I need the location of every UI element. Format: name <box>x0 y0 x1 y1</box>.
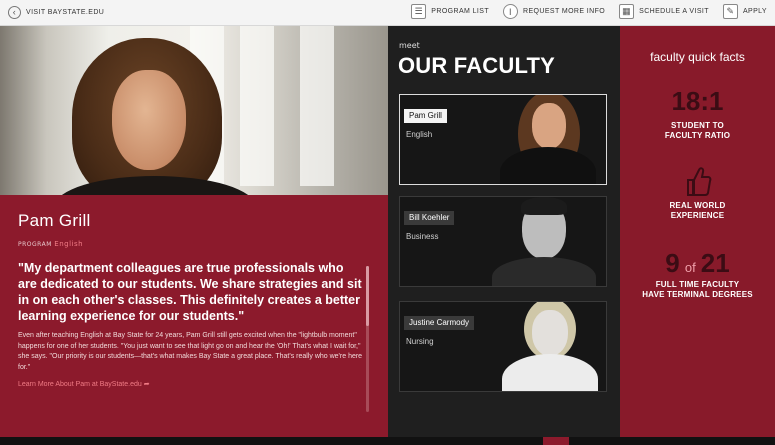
top-bar: ‹ VISIT BAYSTATE.EDU ☰ PROGRAM LIST i RE… <box>0 0 775 26</box>
experience-label-line-2: EXPERIENCE <box>670 211 725 220</box>
faculty-portrait <box>488 95 606 184</box>
faculty-paragraph: Even after teaching English at Bay State… <box>18 332 363 371</box>
ratio-label-line-1: STUDENT TO <box>671 121 724 130</box>
learn-more-link[interactable]: Learn More About Pam at BayState.edu ➦ <box>18 380 370 388</box>
faculty-portrait <box>488 197 606 286</box>
nav-apply[interactable]: ✎ APPLY <box>722 4 767 19</box>
visit-baystate-link[interactable]: ‹ VISIT BAYSTATE.EDU <box>8 6 104 19</box>
degree-label-line-2: HAVE TERMINAL DEGREES <box>642 290 753 299</box>
bottom-bar <box>0 437 775 445</box>
faculty-name: Pam Grill <box>18 211 91 230</box>
faculty-card[interactable]: Justine Carmody Nursing <box>399 301 607 392</box>
faculty-quote: "My department colleagues are true profe… <box>18 261 362 323</box>
bio-scrollbar[interactable] <box>366 266 369 412</box>
info-icon: i <box>503 4 518 19</box>
program-line: PROGRAM English <box>18 240 370 248</box>
degree-count: 9 of 21 <box>620 248 775 279</box>
faculty-card-dept: Nursing <box>406 337 434 346</box>
faculty-card-dept: Business <box>406 232 439 241</box>
ratio-value: 18:1 <box>671 86 724 116</box>
portrait-body <box>500 147 596 184</box>
faculty-card-dept: English <box>406 130 433 139</box>
faculty-title: OUR FACULTY <box>398 53 556 78</box>
portrait-face <box>532 310 568 356</box>
bio-scroll-thumb[interactable] <box>366 266 369 326</box>
photo-window-pane <box>300 26 334 186</box>
top-nav: ☰ PROGRAM LIST i REQUEST MORE INFO ▦ SCH… <box>411 4 767 19</box>
ratio-stat: 18:1 STUDENT TO FACULTY RATIO <box>620 86 775 141</box>
quick-facts-panel: faculty quick facts 18:1 STUDENT TO FACU… <box>620 26 775 437</box>
experience-label-line-1: REAL WORLD <box>669 201 726 210</box>
external-link-icon: ➦ <box>143 381 150 388</box>
faculty-degree-stat: 9 of 21 FULL TIME FACULTY HAVE TERMINAL … <box>620 248 775 300</box>
learn-more-label: Learn More About Pam at BayState.edu <box>18 381 142 388</box>
nav-apply-label: APPLY <box>742 8 767 15</box>
photo-window-pane <box>240 26 274 186</box>
faculty-card[interactable]: Pam Grill English <box>399 94 607 185</box>
degree-label-line-1: FULL TIME FACULTY <box>655 280 740 289</box>
nav-program-list[interactable]: ☰ PROGRAM LIST <box>411 4 489 19</box>
faculty-card[interactable]: Bill Koehler Business <box>399 196 607 287</box>
portrait-body <box>502 354 598 391</box>
faculty-list-panel: meet OUR FACULTY Pam Grill English Bill … <box>388 26 620 437</box>
photo-face <box>112 70 186 170</box>
faculty-portrait <box>488 302 606 391</box>
faculty-card-name: Justine Carmody <box>404 316 475 330</box>
quick-facts-title: faculty quick facts <box>650 50 745 64</box>
calendar-icon: ▦ <box>619 4 635 19</box>
visit-baystate-label: VISIT BAYSTATE.EDU <box>26 9 105 16</box>
degree-count-value: 9 <box>665 248 680 278</box>
ratio-label-line-2: FACULTY RATIO <box>664 131 731 140</box>
experience-stat: REAL WORLD EXPERIENCE <box>620 164 775 221</box>
list-icon: ☰ <box>411 4 427 19</box>
portrait-face <box>532 103 566 149</box>
meet-label: meet <box>399 41 420 50</box>
degree-count-of: of <box>684 260 696 275</box>
nav-schedule-visit[interactable]: ▦ SCHEDULE A VISIT <box>619 4 709 19</box>
nav-request-info[interactable]: i REQUEST MORE INFO <box>503 4 605 19</box>
faculty-bio-panel: Pam Grill PROGRAM English "My department… <box>0 195 388 437</box>
thumbs-up-icon <box>686 167 711 196</box>
portrait-body <box>492 257 596 286</box>
faculty-card-name: Bill Koehler <box>404 211 455 225</box>
arrow-left-icon: ‹ <box>8 6 21 19</box>
bottom-accent-tab[interactable] <box>543 437 569 445</box>
nav-program-list-label: PROGRAM LIST <box>431 8 489 15</box>
degree-count-total: 21 <box>700 248 730 278</box>
portrait-hair <box>521 197 567 215</box>
faculty-card-name: Pam Grill <box>404 109 447 123</box>
featured-faculty-photo <box>0 26 388 195</box>
nav-schedule-visit-label: SCHEDULE A VISIT <box>639 8 709 15</box>
pencil-icon: ✎ <box>722 4 738 19</box>
program-value: English <box>54 240 84 248</box>
program-label: PROGRAM <box>18 241 52 248</box>
nav-request-info-label: REQUEST MORE INFO <box>523 8 606 15</box>
